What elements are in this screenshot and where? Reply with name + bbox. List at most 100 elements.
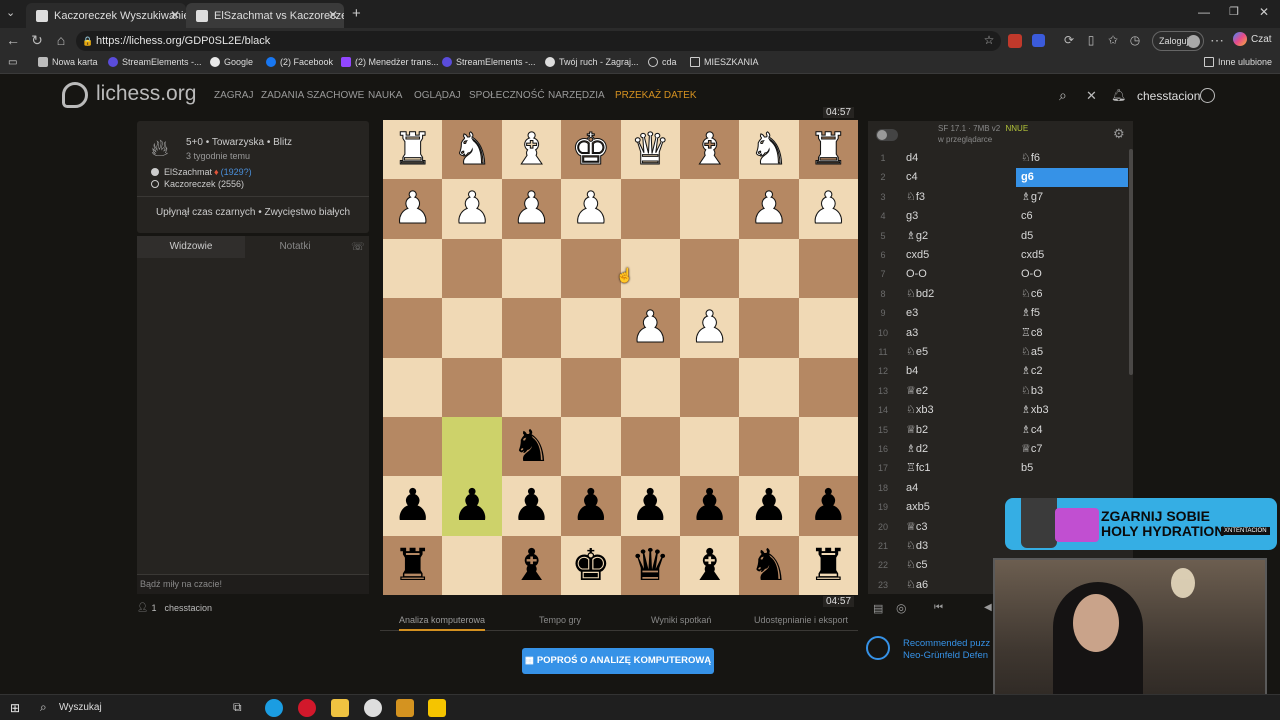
first-move-icon[interactable]: ⏮ — [934, 602, 943, 613]
board-square[interactable] — [798, 238, 858, 299]
black-move[interactable]: ♘a5 — [1016, 343, 1128, 362]
black-knight-icon[interactable]: ♞ — [502, 417, 561, 476]
black-queen-icon[interactable]: ♛ — [621, 536, 680, 595]
new-tab-button[interactable]: + — [352, 5, 361, 22]
tab-list-chevron-icon[interactable]: ⌄ — [6, 6, 15, 19]
bookmark-mieszkania[interactable]: MIESZKANIA — [690, 57, 759, 67]
board-square[interactable] — [442, 238, 502, 299]
engine-toggle[interactable] — [876, 129, 898, 141]
nav-donate[interactable]: PRZEKAŻ DATEK — [615, 90, 697, 101]
opera-icon[interactable] — [298, 699, 316, 717]
black-move[interactable]: ♘f6 — [1016, 149, 1128, 168]
board-square[interactable] — [501, 357, 562, 417]
black-move[interactable]: c6 — [1016, 207, 1128, 226]
white-move[interactable]: ♘xb3 — [906, 401, 1014, 420]
black-player-name[interactable]: Kaczoreczek (2556) — [164, 179, 244, 189]
board-square[interactable] — [501, 238, 562, 299]
board-square[interactable] — [561, 416, 621, 477]
black-move[interactable]: b5 — [1016, 459, 1128, 478]
user-avatar-icon[interactable] — [1200, 88, 1215, 103]
task-view-icon[interactable]: ⧉ — [233, 700, 242, 715]
home-icon[interactable]: ⌂ — [52, 31, 70, 49]
favorites-icon[interactable]: ✩ — [1104, 31, 1122, 49]
extension-blue-icon[interactable] — [1032, 34, 1045, 47]
close-tab-icon[interactable]: ✕ — [170, 8, 180, 22]
white-knight-icon[interactable]: ♞ — [442, 120, 501, 179]
board-square[interactable] — [561, 238, 621, 299]
board-square[interactable] — [442, 535, 502, 595]
black-move[interactable]: ♖c8 — [1016, 324, 1128, 343]
white-queen-icon[interactable]: ♛ — [621, 120, 680, 179]
minimize-icon[interactable]: — — [1198, 5, 1210, 19]
board-square[interactable] — [739, 416, 799, 477]
white-pawn-icon[interactable]: ♟ — [680, 298, 739, 357]
white-pawn-icon[interactable]: ♟ — [561, 179, 620, 238]
back-icon[interactable]: ← — [4, 31, 22, 49]
white-move[interactable]: cxd5 — [906, 246, 1014, 265]
board-square[interactable] — [620, 357, 680, 417]
history-icon[interactable]: ◷ — [1126, 31, 1144, 49]
white-pawn-icon[interactable]: ♟ — [383, 179, 442, 238]
white-pawn-icon[interactable]: ♟ — [739, 179, 798, 238]
target-icon[interactable]: ◎ — [896, 601, 906, 615]
board-square[interactable] — [679, 416, 740, 477]
black-rook-icon[interactable]: ♜ — [383, 536, 442, 595]
white-pawn-icon[interactable]: ♟ — [621, 298, 680, 357]
bookmark-toggle-icon[interactable]: ▭ — [8, 57, 17, 68]
black-pawn-icon[interactable]: ♟ — [561, 476, 620, 535]
tab-computer-analysis[interactable]: Analiza komputerowa — [399, 615, 486, 631]
board-square[interactable] — [561, 357, 621, 417]
bookmark-new-tab[interactable]: Nowa karta — [38, 57, 98, 67]
white-player-row[interactable]: ElSzachmat ♦ (1929?) — [151, 167, 252, 177]
black-pawn-icon[interactable]: ♟ — [383, 476, 442, 535]
board-square[interactable] — [383, 298, 443, 358]
white-move[interactable]: a3 — [906, 324, 1014, 343]
bookmark-streamelements-2[interactable]: StreamElements -... — [442, 57, 536, 67]
tab-share-export[interactable]: Udostępnianie i eksport — [754, 615, 848, 625]
black-pawn-icon[interactable]: ♟ — [502, 476, 561, 535]
board-square[interactable] — [561, 298, 621, 358]
black-pawn-icon[interactable]: ♟ — [621, 476, 680, 535]
extension-abp-icon[interactable] — [1008, 34, 1022, 48]
windows-start-icon[interactable]: ⊞ — [10, 701, 20, 715]
black-rook-icon[interactable]: ♜ — [799, 536, 858, 595]
black-move[interactable]: ♗c2 — [1016, 362, 1128, 381]
board-square[interactable] — [739, 298, 799, 358]
white-move[interactable]: ♕b2 — [906, 421, 1014, 440]
black-move[interactable]: ♗xb3 — [1016, 401, 1128, 420]
black-pawn-icon[interactable]: ♟ — [799, 476, 858, 535]
close-icon[interactable]: ✕ — [1086, 88, 1097, 104]
nav-tools[interactable]: NARZĘDZIA — [548, 90, 605, 101]
nav-watch[interactable]: OGLĄDAJ — [414, 90, 461, 101]
board-square[interactable] — [383, 357, 443, 417]
bookmark-streamelements-1[interactable]: StreamElements -... — [108, 57, 202, 67]
site-logo[interactable]: lichess.org — [96, 82, 196, 106]
black-pawn-icon[interactable]: ♟ — [680, 476, 739, 535]
black-move[interactable]: ♗g7 — [1016, 188, 1128, 207]
board-square[interactable] — [620, 179, 680, 239]
white-move[interactable]: ♕e2 — [906, 382, 1014, 401]
lichess-app-icon[interactable] — [396, 699, 414, 717]
white-bishop-icon[interactable]: ♝ — [502, 120, 561, 179]
white-knight-icon[interactable]: ♞ — [739, 120, 798, 179]
board-square[interactable] — [798, 298, 858, 358]
close-window-icon[interactable]: ✕ — [1259, 5, 1269, 19]
viewer-name[interactable]: chesstacion — [164, 603, 212, 613]
white-move[interactable]: g3 — [906, 207, 1014, 226]
search-icon[interactable]: ⌕ — [1059, 87, 1067, 104]
maximize-icon[interactable]: ❐ — [1229, 5, 1239, 18]
board-square[interactable] — [442, 416, 502, 477]
white-move[interactable]: O-O — [906, 265, 1014, 284]
white-move[interactable]: d4 — [906, 149, 1014, 168]
reload-icon[interactable]: ↻ — [28, 31, 46, 49]
white-move[interactable]: ♘f3 — [906, 188, 1014, 207]
black-move[interactable]: ♕c7 — [1016, 440, 1128, 459]
bookmark-twoj-ruch[interactable]: Twój ruch - Zagraj... — [545, 57, 639, 67]
board-square[interactable] — [798, 416, 858, 477]
more-menu-icon[interactable]: ⋯ — [1208, 31, 1226, 49]
black-knight-icon[interactable]: ♞ — [739, 536, 798, 595]
black-move[interactable]: ♗f5 — [1016, 304, 1128, 323]
white-move[interactable]: e3 — [906, 304, 1014, 323]
bookmark-cda[interactable]: cda — [648, 57, 677, 67]
board-square[interactable] — [679, 238, 740, 299]
